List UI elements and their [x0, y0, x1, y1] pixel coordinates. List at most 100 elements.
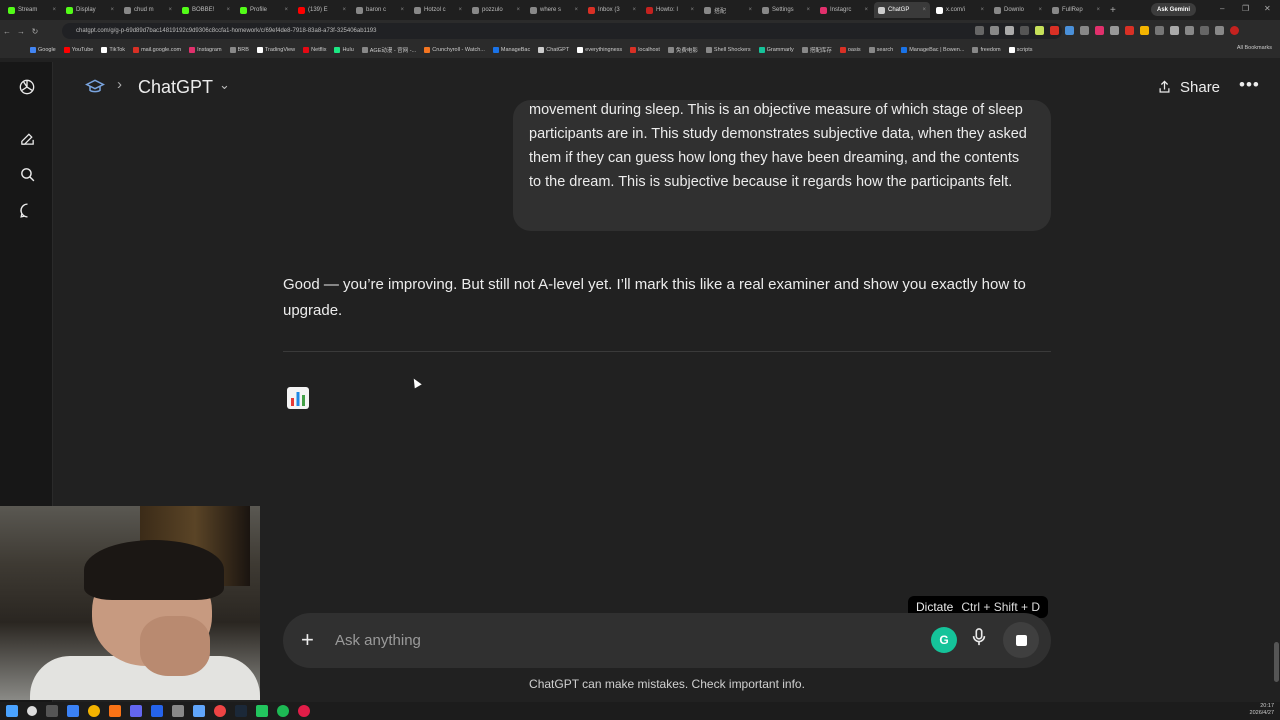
browser-tab[interactable]: baron c ×	[352, 2, 408, 18]
taskbar-search-icon[interactable]	[27, 706, 37, 716]
model-title[interactable]: ChatGPT	[138, 77, 213, 98]
prompt-input[interactable]	[335, 629, 835, 651]
extension-icon[interactable]	[1185, 26, 1194, 35]
browser-tab[interactable]: FullRep ×	[1048, 2, 1104, 18]
bookmark-item[interactable]: everythingness	[577, 47, 622, 53]
browser-tab[interactable]: Howto: I ×	[642, 2, 698, 18]
openai-logo-icon[interactable]	[14, 74, 40, 100]
close-tab-icon[interactable]: ×	[342, 7, 346, 13]
forward-icon[interactable]: →	[14, 27, 28, 36]
zoom-icon[interactable]	[990, 26, 999, 35]
browser-tab[interactable]: Settings ×	[758, 2, 814, 18]
extension-icon[interactable]	[1215, 26, 1224, 35]
bookmark-item[interactable]: localhost	[630, 47, 660, 53]
bookmark-item[interactable]: ChatGPT	[538, 47, 569, 53]
close-tab-icon[interactable]: ×	[574, 7, 578, 13]
close-tab-icon[interactable]: ×	[690, 7, 694, 13]
bookmark-item[interactable]: Netflix	[303, 47, 326, 53]
bookmark-item[interactable]: AGE动漫 - 官网 -...	[361, 46, 416, 54]
share-button[interactable]: Share	[1157, 74, 1220, 100]
browser-tab[interactable]: BOBBE! ×	[178, 2, 234, 18]
taskbar-app-icon[interactable]	[130, 705, 142, 717]
close-tab-icon[interactable]: ×	[52, 7, 56, 13]
all-bookmarks-button[interactable]: All Bookmarks	[1237, 45, 1272, 51]
taskbar-app-icon[interactable]	[214, 705, 226, 717]
browser-tab[interactable]: pozzulo ×	[468, 2, 524, 18]
close-tab-icon[interactable]: ×	[980, 7, 984, 13]
extension-icon[interactable]	[1050, 26, 1059, 35]
close-tab-icon[interactable]: ×	[864, 7, 868, 13]
extension-icon[interactable]	[1140, 26, 1149, 35]
scrollbar[interactable]	[1273, 62, 1280, 702]
bookmark-item[interactable]: Shell Shockers	[705, 47, 751, 53]
add-attachment-icon[interactable]: +	[301, 627, 314, 653]
reload-icon[interactable]: ↻	[28, 27, 42, 36]
close-tab-icon[interactable]: ×	[168, 7, 172, 13]
stop-generating-button[interactable]	[1003, 622, 1039, 658]
restore-icon[interactable]: ❐	[1242, 4, 1249, 13]
browser-tab[interactable]: Downlo ×	[990, 2, 1046, 18]
browser-tab[interactable]: x.com/i ×	[932, 2, 988, 18]
spotify-icon[interactable]	[277, 705, 289, 717]
browser-tab[interactable]: 搭配 ×	[700, 2, 756, 18]
browser-tab[interactable]: chud m ×	[120, 2, 176, 18]
bookmark-item[interactable]: TikTok	[101, 47, 125, 53]
close-tab-icon[interactable]: ×	[1038, 7, 1042, 13]
extension-icon[interactable]	[1200, 26, 1209, 35]
bookmark-item[interactable]: Google	[30, 47, 56, 53]
browser-tab[interactable]: where s ×	[526, 2, 582, 18]
new-chat-icon[interactable]	[14, 125, 40, 151]
search-icon[interactable]	[14, 161, 40, 187]
ask-gemini-button[interactable]: Ask Gemini	[1151, 3, 1197, 16]
browser-tab[interactable]: ChatGP ×	[874, 2, 930, 18]
chat-bubble-icon[interactable]	[14, 197, 40, 223]
extension-icon[interactable]	[1080, 26, 1089, 35]
chrome-icon[interactable]	[88, 705, 100, 717]
taskbar-app-icon[interactable]	[67, 705, 79, 717]
start-icon[interactable]	[6, 705, 18, 717]
taskbar-app-icon[interactable]	[256, 705, 268, 717]
browser-tab[interactable]: Instagrc ×	[816, 2, 872, 18]
bookmark-item[interactable]: ManageBac	[492, 47, 530, 53]
taskbar-app-icon[interactable]	[151, 705, 163, 717]
new-tab-icon[interactable]: +	[1106, 5, 1120, 16]
extension-icon[interactable]	[1065, 26, 1074, 35]
close-tab-icon[interactable]: ×	[748, 7, 752, 13]
chevron-down-icon[interactable]: ⌄	[219, 77, 230, 93]
grammarly-icon[interactable]: G	[931, 627, 957, 653]
close-tab-icon[interactable]: ×	[400, 7, 404, 13]
bookmark-item[interactable]: Crunchyroll - Watch...	[424, 47, 485, 53]
bookmark-item[interactable]: Instagram	[189, 47, 222, 53]
close-tab-icon[interactable]: ×	[632, 7, 636, 13]
extension-icon[interactable]	[1155, 26, 1164, 35]
bookmark-item[interactable]: YouTube	[63, 47, 93, 53]
url-input[interactable]: chatgpt.com/g/g-p-69d89d7bac14819192c9d9…	[62, 23, 1062, 39]
bookmark-item[interactable]: scripts	[1008, 47, 1033, 53]
project-icon[interactable]	[84, 78, 106, 100]
taskbar-app-icon[interactable]	[109, 705, 121, 717]
bookmark-item[interactable]: 免费电影	[667, 46, 698, 54]
extension-icon[interactable]	[1125, 26, 1134, 35]
bookmark-item[interactable]: freedom	[972, 47, 1001, 53]
bookmark-item[interactable]: ManageBac | Bowen...	[901, 47, 964, 53]
browser-tab[interactable]: Display ×	[62, 2, 118, 18]
profile-avatar[interactable]	[1230, 26, 1239, 35]
close-tab-icon[interactable]: ×	[922, 7, 926, 13]
browser-tab[interactable]: (139) E ×	[294, 2, 350, 18]
close-tab-icon[interactable]: ×	[110, 7, 114, 13]
extension-icon[interactable]	[1095, 26, 1104, 35]
taskbar-app-icon[interactable]	[172, 705, 184, 717]
close-tab-icon[interactable]: ×	[1096, 7, 1100, 13]
microphone-icon[interactable]	[972, 628, 986, 651]
task-view-icon[interactable]	[46, 705, 58, 717]
browser-tab[interactable]: Profile ×	[236, 2, 292, 18]
extension-icon[interactable]	[1110, 26, 1119, 35]
taskbar-app-icon[interactable]	[298, 705, 310, 717]
close-tab-icon[interactable]: ×	[226, 7, 230, 13]
back-icon[interactable]: ←	[0, 27, 14, 36]
page-icon[interactable]	[975, 26, 984, 35]
bookmark-item[interactable]: search	[868, 47, 893, 53]
extension-icon[interactable]	[1020, 26, 1029, 35]
bookmark-item[interactable]: mail.google.com	[133, 47, 181, 53]
close-window-icon[interactable]: ✕	[1264, 4, 1271, 13]
